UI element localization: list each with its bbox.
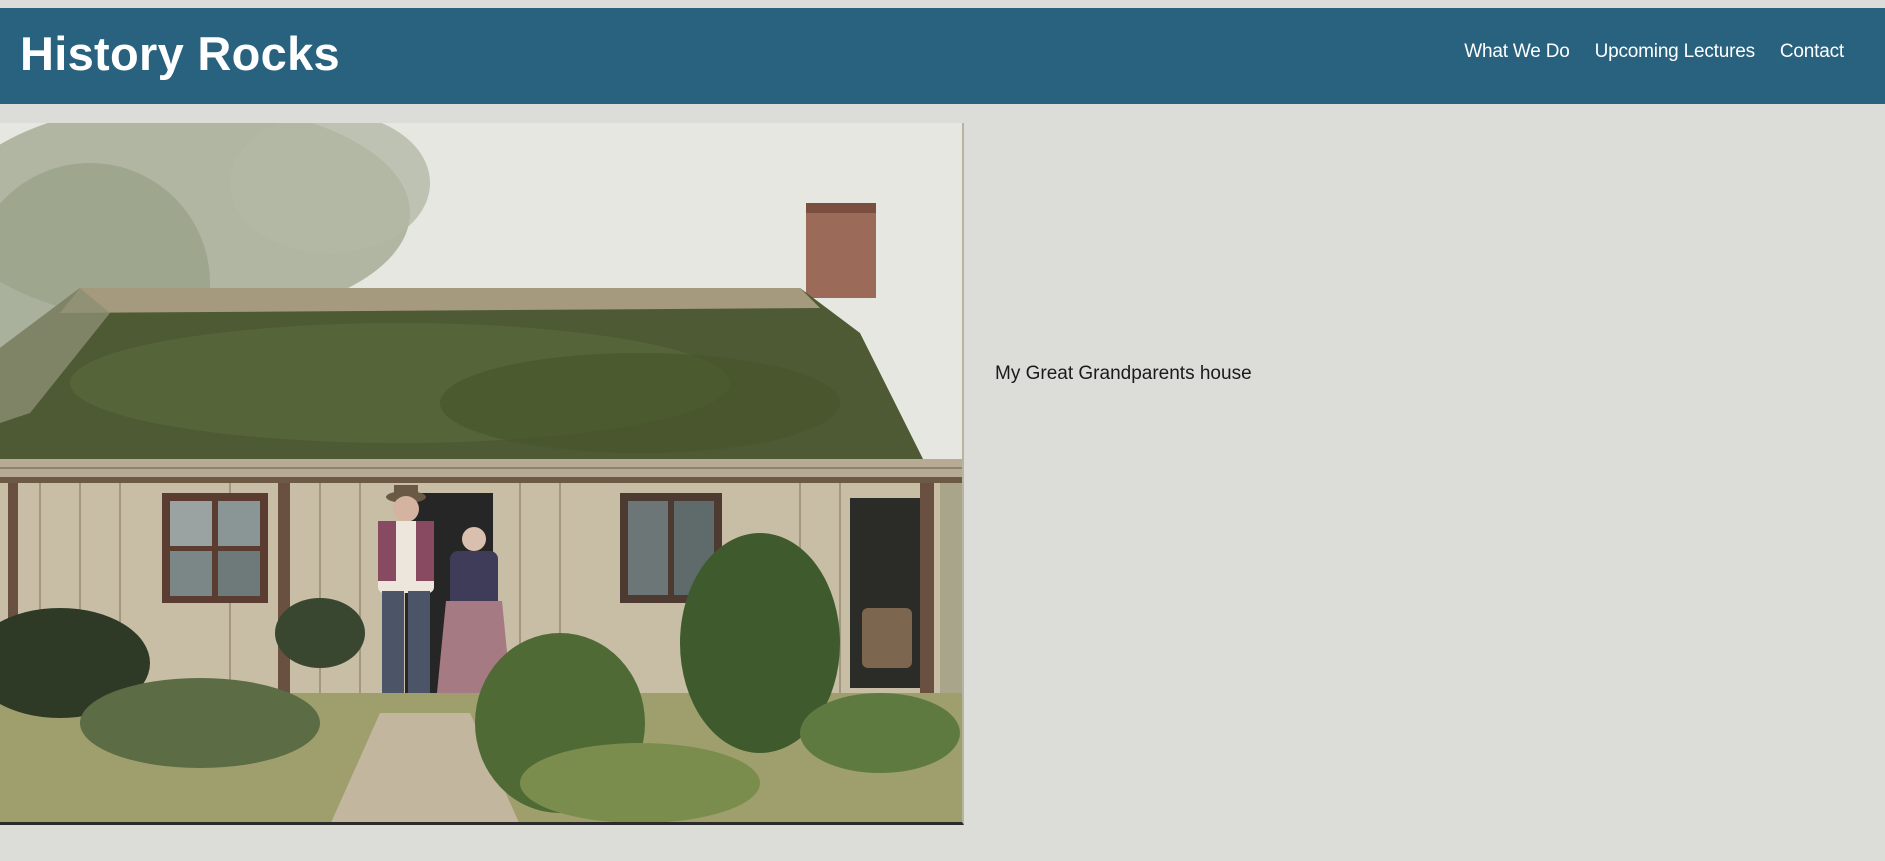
nav-link-what-we-do[interactable]: What We Do [1464, 41, 1570, 64]
site-header: History Rocks What We Do Upcoming Lectur… [0, 8, 1885, 104]
house-photo-illustration [0, 123, 962, 822]
site-title[interactable]: History Rocks [20, 26, 340, 82]
photo-caption: My Great Grandparents house [995, 363, 1252, 384]
nav-link-contact[interactable]: Contact [1780, 41, 1844, 64]
house-photo [0, 123, 964, 825]
main-nav: What We Do Upcoming Lectures Contact [1464, 41, 1844, 64]
nav-link-upcoming-lectures[interactable]: Upcoming Lectures [1595, 41, 1755, 64]
